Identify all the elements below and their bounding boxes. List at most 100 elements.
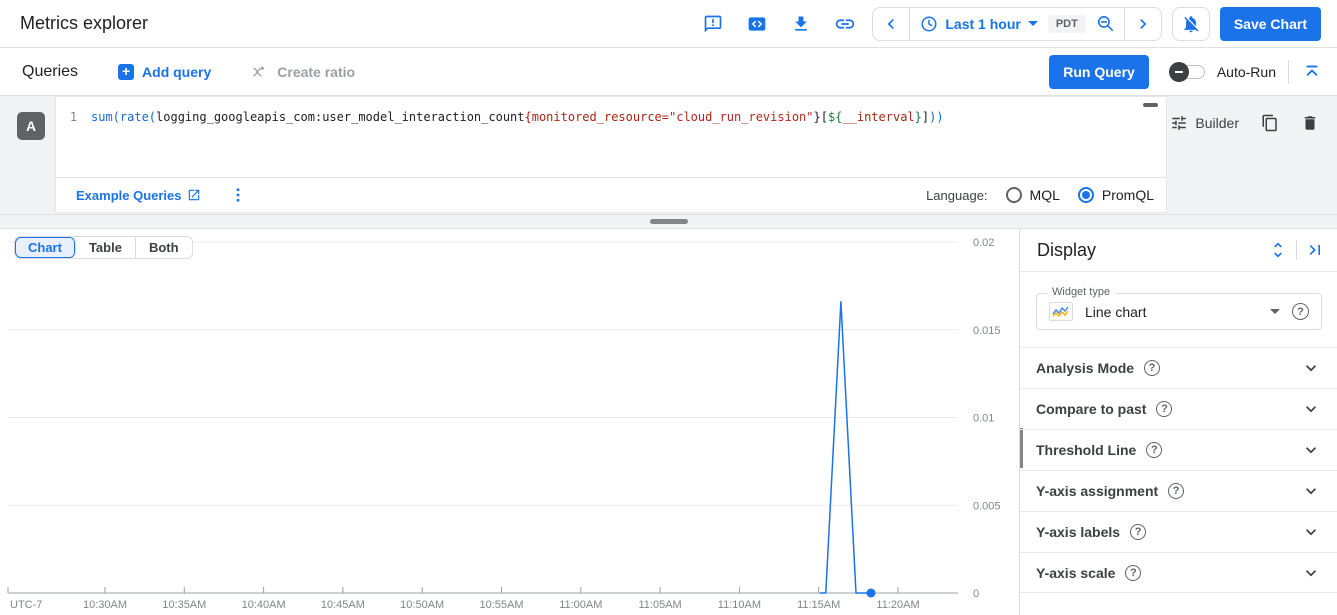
- query-card: 1 sum(rate(logging_googleapis_com:user_m…: [55, 96, 1167, 213]
- collapse-panel-button[interactable]: [1305, 240, 1325, 260]
- x-axis-tick-label: 11:10AM: [718, 599, 761, 611]
- code-segment: logging_googleapis_com:user_model_intera…: [156, 110, 524, 124]
- chevron-left-icon: [881, 14, 901, 34]
- expand-all-button[interactable]: [1268, 240, 1288, 260]
- divider: [1288, 60, 1289, 84]
- copy-query-button[interactable]: [1261, 114, 1279, 132]
- section-label: Analysis Mode: [1036, 360, 1134, 376]
- time-forward-button[interactable]: [1125, 8, 1161, 40]
- collapse-queries-button[interactable]: [1301, 61, 1323, 83]
- timeseries-chart[interactable]: 00.0050.010.0150.02UTC-710:30AM10:35AM10…: [0, 229, 1019, 615]
- display-section-y-axis-assignment[interactable]: Y-axis assignment?: [1020, 470, 1337, 511]
- widget-type-value: Line chart: [1085, 304, 1146, 320]
- main-area: Chart Table Both 00.0050.010.0150.02UTC-…: [0, 229, 1337, 615]
- queries-toolbar-right: Run Query Auto-Run: [1049, 55, 1323, 89]
- chevron-down-icon: [1270, 309, 1280, 314]
- queries-title: Queries: [22, 63, 78, 81]
- widget-type-help-icon[interactable]: ?: [1292, 303, 1309, 320]
- view-tabs: Chart Table Both: [14, 236, 193, 259]
- x-axis-tick-label: 10:35AM: [162, 599, 206, 611]
- section-help-icon[interactable]: ?: [1125, 565, 1141, 581]
- share-link-button[interactable]: [828, 8, 862, 40]
- code-segment: }: [915, 110, 922, 124]
- y-axis-tick-label: 0: [973, 588, 979, 600]
- add-query-button[interactable]: + Add query: [118, 64, 211, 80]
- display-section-threshold-line[interactable]: Threshold Line?: [1020, 429, 1337, 470]
- timezone-badge: PDT: [1048, 15, 1086, 33]
- display-sections: Analysis Mode?Compare to past?Threshold …: [1020, 347, 1337, 593]
- promql-editor[interactable]: 1 sum(rate(logging_googleapis_com:user_m…: [56, 97, 1166, 177]
- display-panel: Display Widget type Line chart ? Analysi…: [1019, 229, 1337, 615]
- page-title: Metrics explorer: [20, 13, 148, 34]
- line-chart-icon: [1049, 302, 1073, 321]
- section-label: Compare to past: [1036, 401, 1146, 417]
- alerts-off-button[interactable]: [1172, 7, 1210, 41]
- display-header-actions: [1268, 240, 1325, 260]
- query-code-line[interactable]: sum(rate(logging_googleapis_com:user_mod…: [91, 97, 944, 177]
- run-query-button[interactable]: Run Query: [1049, 55, 1149, 89]
- save-chart-button[interactable]: Save Chart: [1220, 7, 1321, 41]
- x-axis-tick-label: 10:55AM: [479, 599, 523, 611]
- view-code-button[interactable]: [740, 8, 774, 40]
- resize-strip: [0, 214, 1337, 229]
- builder-toggle-button[interactable]: Builder: [1170, 114, 1239, 132]
- add-query-label: Add query: [142, 64, 211, 80]
- copy-icon: [1261, 114, 1279, 132]
- y-axis-tick-label: 0.015: [973, 325, 1001, 337]
- y-axis-tick-label: 0.01: [973, 413, 994, 425]
- query-actions: Builder: [1170, 114, 1319, 132]
- display-section-y-axis-labels[interactable]: Y-axis labels?: [1020, 511, 1337, 552]
- tab-both[interactable]: Both: [136, 237, 192, 258]
- series-end-point[interactable]: [867, 589, 876, 598]
- x-axis-tick-label: 10:45AM: [321, 599, 365, 611]
- app-header: Metrics explorer Last 1 hour PDT: [0, 0, 1337, 48]
- more-options-button[interactable]: [229, 186, 247, 204]
- display-section-y-axis-scale[interactable]: Y-axis scale?: [1020, 552, 1337, 593]
- example-queries-link[interactable]: Example Queries: [76, 188, 201, 203]
- mql-label: MQL: [1030, 187, 1060, 203]
- editor-scrollbar-thumb[interactable]: [1143, 103, 1158, 107]
- zoom-out-button[interactable]: [1088, 8, 1124, 40]
- promql-label: PromQL: [1102, 187, 1154, 203]
- x-axis-tick-label: 11:20AM: [876, 599, 919, 611]
- tab-table[interactable]: Table: [76, 237, 136, 258]
- code-segment: "cloud_run_revision": [669, 110, 814, 124]
- section-label: Y-axis labels: [1036, 524, 1120, 540]
- language-selector: Language: MQL PromQL: [926, 187, 1154, 203]
- section-help-icon[interactable]: ?: [1168, 483, 1184, 499]
- section-help-icon[interactable]: ?: [1130, 524, 1146, 540]
- feedback-button[interactable]: [696, 8, 730, 40]
- display-title: Display: [1037, 240, 1096, 261]
- auto-run-toggle[interactable]: [1171, 65, 1205, 79]
- section-label: Y-axis assignment: [1036, 483, 1158, 499]
- chevron-down-icon: [1301, 440, 1321, 460]
- chevron-down-icon: [1028, 21, 1038, 26]
- code-segment: rate(: [120, 110, 156, 124]
- section-help-icon[interactable]: ?: [1156, 401, 1172, 417]
- resize-handle[interactable]: [650, 219, 688, 224]
- series-line[interactable]: [820, 302, 871, 593]
- tab-chart[interactable]: Chart: [15, 237, 76, 258]
- time-back-button[interactable]: [873, 8, 909, 40]
- chevron-down-icon: [1301, 522, 1321, 542]
- time-range-label: Last 1 hour: [945, 16, 1020, 32]
- time-range-dropdown[interactable]: Last 1 hour: [910, 15, 1047, 33]
- section-help-icon[interactable]: ?: [1146, 442, 1162, 458]
- chevron-down-icon: [1301, 563, 1321, 583]
- code-segment: sum(: [91, 110, 120, 124]
- section-help-icon[interactable]: ?: [1144, 360, 1160, 376]
- language-option-mql[interactable]: MQL: [1006, 187, 1060, 203]
- delete-query-button[interactable]: [1301, 114, 1319, 132]
- display-section-compare-to-past[interactable]: Compare to past?: [1020, 388, 1337, 429]
- time-range-control: Last 1 hour PDT: [872, 7, 1161, 41]
- x-axis-tick-label: 10:40AM: [242, 599, 286, 611]
- split-arrow-icon: [251, 63, 269, 81]
- widget-type-select[interactable]: Widget type Line chart ?: [1036, 293, 1322, 330]
- download-button[interactable]: [784, 8, 818, 40]
- display-section-analysis-mode[interactable]: Analysis Mode?: [1020, 347, 1337, 388]
- y-axis-tick-label: 0.005: [973, 500, 1001, 512]
- chart-area: Chart Table Both 00.0050.010.0150.02UTC-…: [0, 229, 1019, 615]
- language-option-promql[interactable]: PromQL: [1078, 187, 1154, 203]
- x-axis-tick-label: 11:05AM: [638, 599, 681, 611]
- collapse-up-icon: [1301, 61, 1323, 83]
